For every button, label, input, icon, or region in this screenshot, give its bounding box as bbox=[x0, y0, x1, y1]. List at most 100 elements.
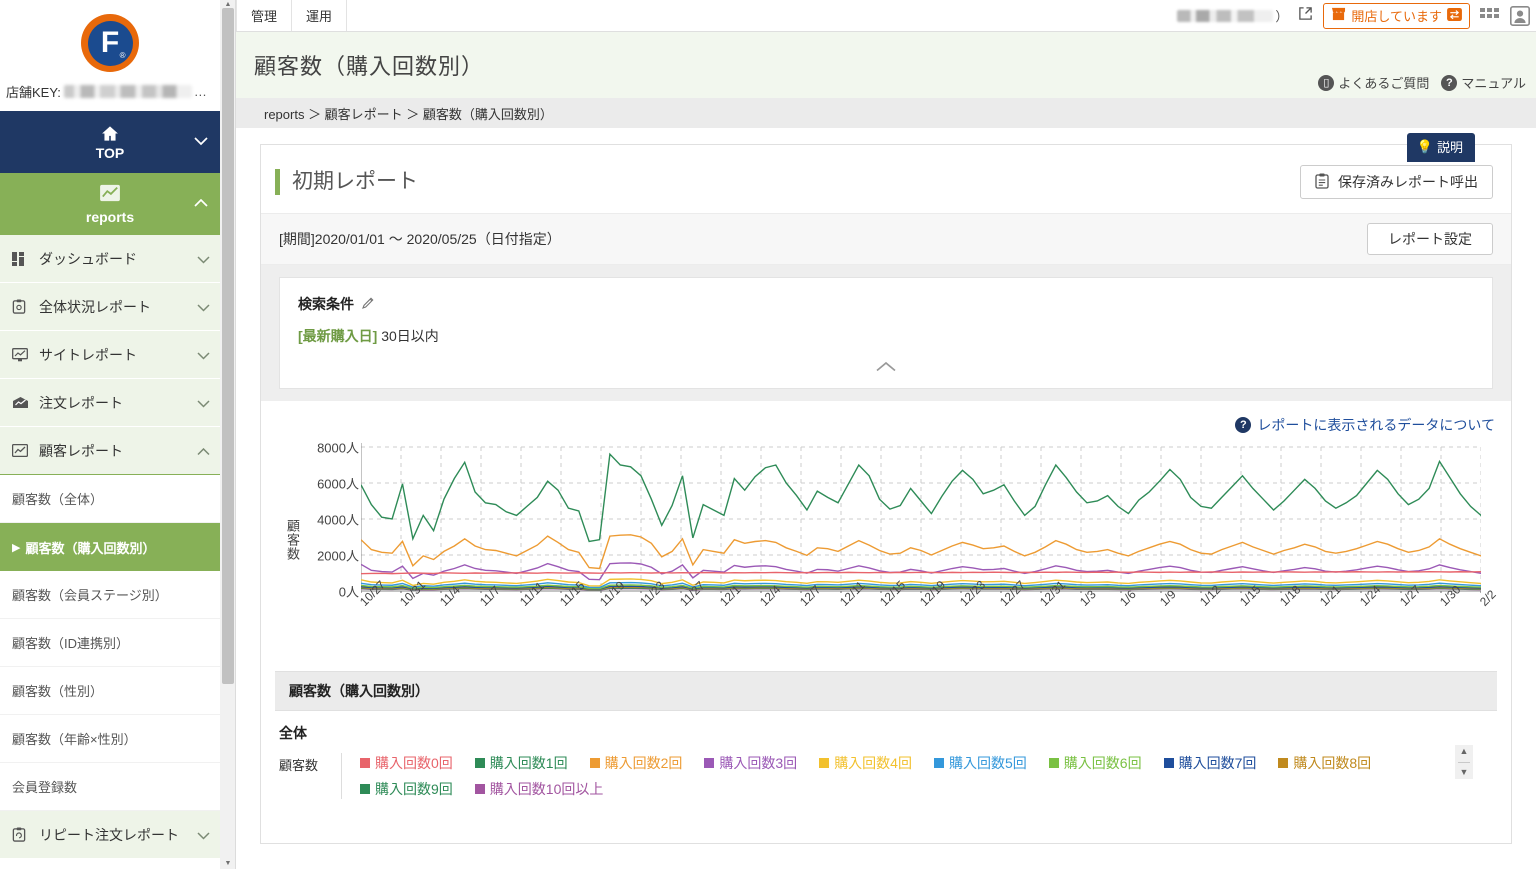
apps-grid-icon[interactable] bbox=[1480, 8, 1500, 23]
chart-legend-item[interactable]: 購入回数7回 bbox=[1163, 753, 1257, 773]
legend-item-label: 購入回数9回 bbox=[375, 781, 453, 797]
user-icon[interactable] bbox=[1510, 5, 1530, 26]
sidebar-item-dashboard-label: ダッシュボード bbox=[39, 250, 137, 267]
report-data-info-link[interactable]: ? レポートに表示されるデータについて bbox=[261, 401, 1511, 441]
store-key-ellipsis: … bbox=[193, 84, 207, 99]
scroll-up-arrow-icon[interactable]: ▲ bbox=[1460, 747, 1469, 756]
shop-status-label: 開店しています bbox=[1351, 9, 1442, 24]
report-title: 初期レポート bbox=[275, 169, 418, 195]
chart-legend-item[interactable]: 購入回数1回 bbox=[474, 753, 568, 773]
monitor-icon bbox=[12, 347, 32, 362]
period-bar: [期間]2020/01/01 ～ 2020/05/25（日付指定） レポート設定 bbox=[261, 213, 1511, 265]
sidebar-item-overall-report[interactable]: 全体状況レポート bbox=[0, 283, 220, 331]
chart-legend-item[interactable]: 購入回数2回 bbox=[589, 753, 682, 773]
sidebar-subitem-member-registrations[interactable]: 会員登録数 bbox=[0, 763, 220, 811]
home-icon bbox=[102, 125, 118, 141]
chart-legend-item[interactable]: 購入回数10回以上 bbox=[474, 779, 604, 799]
search-conditions-box: 検索条件 [最新購入日] 30日以内 bbox=[279, 277, 1493, 389]
chart-y-tick-label: 2000人 bbox=[317, 548, 359, 564]
explain-tab-button[interactable]: 💡 説明 bbox=[1406, 133, 1475, 162]
book-icon: ▯ bbox=[1318, 74, 1335, 91]
top-bar: 管理 運用 ） 開店しています bbox=[236, 0, 1536, 32]
chart-section-title: 顧客数（購入回数別） bbox=[275, 671, 1497, 711]
account-paren: ） bbox=[1275, 8, 1289, 24]
scroll-down-arrow-icon[interactable]: ▼ bbox=[223, 860, 233, 868]
legend-color-swatch bbox=[1278, 758, 1289, 768]
legend-color-swatch bbox=[819, 758, 830, 768]
sidebar-scrollbar[interactable]: ▲ ▼ bbox=[220, 0, 236, 869]
chart-legend-item[interactable]: 購入回数4回 bbox=[819, 753, 912, 773]
legend-color-swatch bbox=[1048, 758, 1059, 768]
conditions-collapse-toggle[interactable] bbox=[298, 358, 1474, 378]
report-card: 💡 説明 初期レポート 保存済みレポート呼出 [期間]2020/01/01 ～ … bbox=[260, 133, 1512, 844]
external-link-icon[interactable] bbox=[1298, 6, 1313, 26]
tab-admin[interactable]: 管理 bbox=[236, 0, 293, 31]
sidebar-subitem-customers-by-stage-label: 顧客数（会員ステージ別） bbox=[12, 588, 168, 603]
pencil-icon[interactable] bbox=[361, 296, 375, 313]
chart-y-tick-label: 6000人 bbox=[317, 476, 359, 492]
chart-legend-item[interactable]: 購入回数3回 bbox=[704, 753, 797, 773]
saved-report-button-label: 保存済みレポート呼出 bbox=[1338, 174, 1478, 190]
sidebar-subitem-customers-by-age-gender-label: 顧客数（年齢×性別） bbox=[12, 732, 137, 747]
content-area: 💡 説明 初期レポート 保存済みレポート呼出 [期間]2020/01/01 ～ … bbox=[236, 128, 1536, 844]
legend-item-label: 購入回数1回 bbox=[489, 755, 568, 771]
sidebar-subitem-customers-all[interactable]: 顧客数（全体） bbox=[0, 475, 220, 523]
chart-legend-item[interactable]: 購入回数9回 bbox=[360, 779, 453, 799]
sidebar-subitem-customers-by-purchase-count[interactable]: ▶ 顧客数（購入回数別） bbox=[0, 523, 220, 571]
report-settings-button-label: レポート設定 bbox=[1388, 231, 1472, 247]
sidebar-scrollbar-thumb[interactable] bbox=[222, 8, 234, 684]
sidebar-subitem-customers-by-purchase-count-label: 顧客数（購入回数別） bbox=[25, 540, 156, 556]
faq-link[interactable]: ▯ よくあるご質問 bbox=[1318, 73, 1429, 92]
scroll-down-arrow-icon[interactable]: ▼ bbox=[1460, 768, 1469, 777]
conditions-wrapper: 検索条件 [最新購入日] 30日以内 bbox=[261, 265, 1511, 401]
search-conditions-title-row: 検索条件 bbox=[298, 294, 1474, 314]
legend-scroll-spinner[interactable]: ▲ ▼ bbox=[1455, 745, 1473, 779]
tab-operations[interactable]: 運用 bbox=[292, 0, 348, 31]
shop-status-button[interactable]: 開店しています bbox=[1323, 2, 1470, 29]
report-header: 初期レポート 保存済みレポート呼出 bbox=[261, 145, 1511, 213]
account-blur-block bbox=[1177, 10, 1274, 23]
store-key: 店舗KEY: … bbox=[0, 72, 220, 111]
chevron-down-icon bbox=[197, 395, 210, 411]
chart-legend-item[interactable]: 購入回数0回 bbox=[360, 753, 453, 773]
chart-section-subtitle: 全体 bbox=[279, 725, 307, 741]
legend-item-label: 購入回数0回 bbox=[375, 755, 453, 771]
sidebar-nav-top[interactable]: TOP bbox=[0, 111, 220, 173]
report-settings-button[interactable]: レポート設定 bbox=[1367, 223, 1493, 255]
sidebar-nav-reports[interactable]: reports bbox=[0, 173, 220, 235]
sidebar-subitem-customers-by-gender[interactable]: 顧客数（性別） bbox=[0, 667, 220, 715]
breadcrumb-text[interactable]: reports ＞ 顧客レポート ＞ 顧客数（購入回数別） bbox=[264, 104, 553, 123]
sidebar-item-order-report[interactable]: 注文レポート bbox=[0, 379, 220, 427]
legend-color-swatch bbox=[589, 758, 600, 768]
chart-legend-item[interactable]: 購入回数5回 bbox=[933, 753, 1027, 773]
chevron-up-icon bbox=[194, 195, 208, 213]
manual-link[interactable]: ? マニュアル bbox=[1441, 73, 1526, 92]
chart-y-axis-ticks: 0人 2000人 4000人 6000人 8000人 bbox=[297, 441, 359, 600]
lightbulb-icon: 💡 bbox=[1416, 138, 1433, 154]
chart-legend-item[interactable]: 購入回数8回 bbox=[1278, 753, 1371, 773]
legend-color-swatch bbox=[933, 758, 944, 768]
sidebar-nav-top-label: TOP bbox=[95, 144, 125, 161]
sidebar-subitem-customers-by-age-gender[interactable]: 顧客数（年齢×性別） bbox=[0, 715, 220, 763]
sidebar-item-order-report-label: 注文レポート bbox=[39, 394, 123, 411]
legend-color-swatch bbox=[360, 758, 370, 768]
legend-item-label: 購入回数7回 bbox=[1178, 755, 1257, 771]
legend-item-label: 購入回数3回 bbox=[719, 755, 798, 771]
sidebar-item-dashboard[interactable]: ダッシュボード bbox=[0, 235, 220, 283]
sidebar-item-customer-report[interactable]: 顧客レポート bbox=[0, 427, 220, 475]
customers-by-purchase-count-chart: 顧客数 0人 2000人 4000人 6000人 8000人 10/27 10/31 11/… bbox=[275, 441, 1499, 661]
chart-legend-item[interactable]: 購入回数6回 bbox=[1048, 753, 1142, 773]
swap-icon bbox=[1447, 7, 1462, 24]
sidebar-subitem-customers-by-stage[interactable]: 顧客数（会員ステージ別） bbox=[0, 571, 220, 619]
sidebar-item-repeat-order-report[interactable]: リピート注文レポート bbox=[0, 811, 220, 859]
page-title: 顧客数（購入回数別） bbox=[254, 54, 485, 79]
sidebar-item-site-report[interactable]: サイトレポート bbox=[0, 331, 220, 379]
saved-report-button[interactable]: 保存済みレポート呼出 bbox=[1300, 165, 1493, 199]
legend-color-swatch bbox=[360, 784, 370, 794]
chevron-down-icon bbox=[197, 827, 210, 843]
brand-logo[interactable]: F ® bbox=[0, 0, 220, 72]
sidebar-subitem-customers-by-id-link[interactable]: 顧客数（ID連携別） bbox=[0, 619, 220, 667]
people-chart-icon bbox=[12, 444, 32, 457]
legend-item-label: 購入回数10回以上 bbox=[489, 781, 604, 797]
sidebar-nav-reports-label: reports bbox=[85, 208, 135, 225]
